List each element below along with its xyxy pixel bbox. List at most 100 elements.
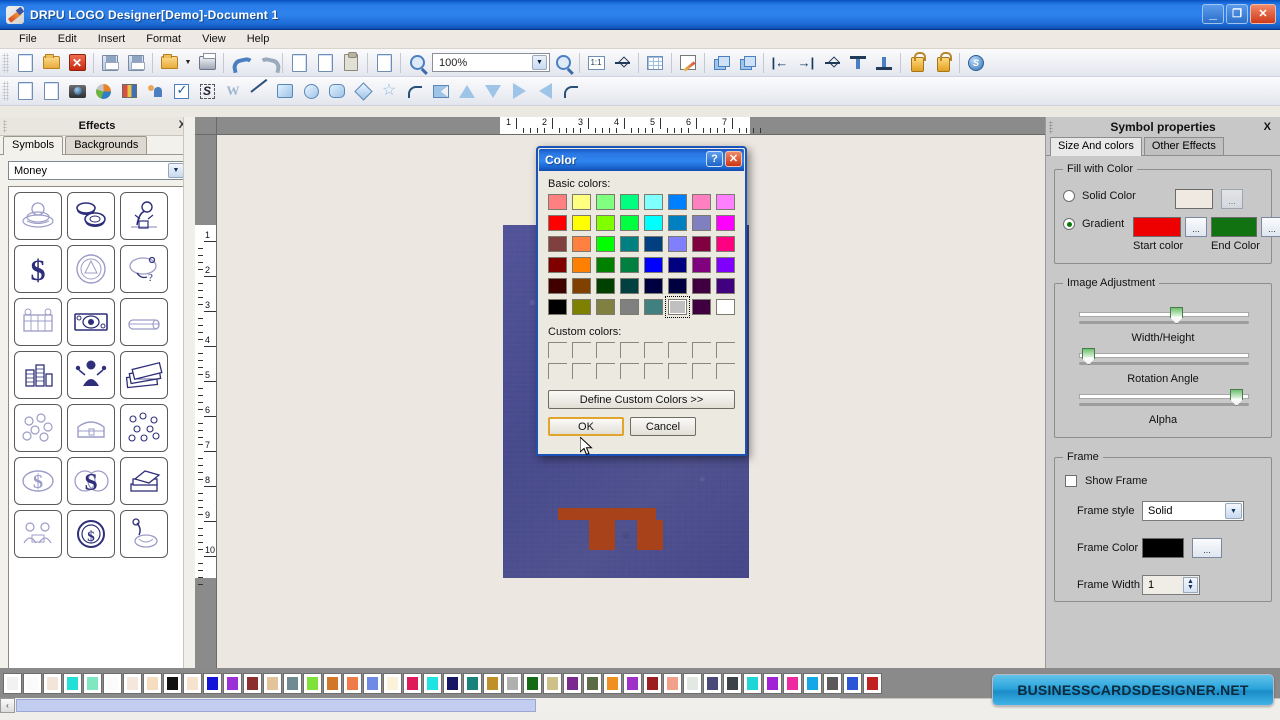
- basic-color-swatch[interactable]: [716, 257, 735, 273]
- basic-color-swatch[interactable]: [644, 257, 663, 273]
- basic-color-swatch[interactable]: [620, 299, 639, 315]
- tab-size-and-colors[interactable]: Size And colors: [1050, 137, 1142, 156]
- panel-grip[interactable]: [1049, 121, 1053, 134]
- palette-color-chip[interactable]: [144, 673, 161, 693]
- horizontal-scrollbar[interactable]: ‹: [0, 698, 840, 713]
- basic-color-swatch[interactable]: [692, 194, 711, 210]
- palette-color-chip[interactable]: [324, 673, 341, 693]
- symbol-seal-coin[interactable]: [67, 245, 115, 293]
- palette-color-chip[interactable]: [744, 673, 761, 693]
- frame-color-swatch[interactable]: [1142, 538, 1184, 558]
- bring-to-front-button[interactable]: [709, 51, 733, 75]
- symbol-fanned-bills[interactable]: [120, 351, 168, 399]
- basic-color-swatch[interactable]: [548, 257, 567, 273]
- custom-color-slot[interactable]: [572, 363, 591, 379]
- palette-color-chip[interactable]: [284, 673, 301, 693]
- toolbar-grip[interactable]: [2, 81, 9, 101]
- symbol-grid[interactable]: $ ? $ S $: [8, 186, 186, 686]
- basic-colors-grid[interactable]: [548, 194, 735, 318]
- palette-color-chip[interactable]: [484, 673, 501, 693]
- paste-button[interactable]: [339, 51, 363, 75]
- close-icon[interactable]: X: [1264, 121, 1271, 133]
- palette-color-chip[interactable]: [364, 673, 381, 693]
- palette-color-chip[interactable]: [344, 673, 361, 693]
- redo-button[interactable]: [254, 51, 278, 75]
- close-document-button[interactable]: ✕: [65, 51, 89, 75]
- basic-color-swatch[interactable]: [644, 236, 663, 252]
- add-image-button[interactable]: [39, 79, 63, 103]
- custom-colors-grid[interactable]: [548, 342, 735, 379]
- menu-help[interactable]: Help: [238, 31, 279, 47]
- custom-color-slot[interactable]: [548, 342, 567, 358]
- close-icon[interactable]: ✕: [725, 151, 742, 167]
- color-wheel-button[interactable]: [91, 79, 115, 103]
- menu-view[interactable]: View: [193, 31, 235, 47]
- triangle-right-tool-button[interactable]: [507, 79, 531, 103]
- watermark-tool-button[interactable]: W: [221, 79, 245, 103]
- basic-color-swatch[interactable]: [596, 257, 615, 273]
- gradient-end-browse-button[interactable]: ...: [1261, 217, 1280, 237]
- symbol-stacked-coins[interactable]: [67, 192, 115, 240]
- custom-color-slot[interactable]: [548, 363, 567, 379]
- palette-color-chip[interactable]: [624, 673, 641, 693]
- basic-color-swatch[interactable]: [668, 257, 687, 273]
- palette-color-chip[interactable]: [64, 673, 81, 693]
- design-tools-button[interactable]: [676, 51, 700, 75]
- menu-insert[interactable]: Insert: [89, 31, 135, 47]
- align-top-button[interactable]: [846, 51, 870, 75]
- basic-color-swatch[interactable]: [620, 194, 639, 210]
- custom-color-slot[interactable]: [716, 363, 735, 379]
- frame-color-browse-button[interactable]: ...: [1192, 538, 1222, 558]
- symbol-money-bag-tree[interactable]: [120, 192, 168, 240]
- basic-color-swatch[interactable]: [665, 296, 690, 318]
- ellipse-tool-button[interactable]: [299, 79, 323, 103]
- basic-color-swatch[interactable]: [644, 299, 663, 315]
- triangle-left-tool-button[interactable]: [533, 79, 557, 103]
- basic-color-swatch[interactable]: [548, 236, 567, 252]
- rectangle-tool-button[interactable]: [273, 79, 297, 103]
- palette-color-chip[interactable]: [604, 673, 621, 693]
- star-tool-button[interactable]: ☆: [377, 79, 401, 103]
- new-document-button[interactable]: [13, 51, 37, 75]
- tab-backgrounds[interactable]: Backgrounds: [65, 136, 148, 154]
- palette-color-chip[interactable]: [584, 673, 601, 693]
- symbol-category-select[interactable]: Money ▼: [8, 161, 186, 180]
- lock-button[interactable]: [905, 51, 929, 75]
- basic-color-swatch[interactable]: [692, 278, 711, 294]
- cancel-button[interactable]: Cancel: [630, 417, 696, 436]
- palette-color-chip[interactable]: [864, 673, 881, 693]
- send-to-back-button[interactable]: [735, 51, 759, 75]
- custom-color-slot[interactable]: [596, 342, 615, 358]
- palette-color-chip[interactable]: [304, 673, 321, 693]
- custom-color-slot[interactable]: [596, 363, 615, 379]
- save-button[interactable]: [98, 51, 122, 75]
- contacts-button[interactable]: [143, 79, 167, 103]
- palette-color-chip[interactable]: [384, 673, 401, 693]
- symbol-coins-confetti[interactable]: [120, 404, 168, 452]
- basic-color-swatch[interactable]: [596, 278, 615, 294]
- palette-color-chip[interactable]: [224, 673, 241, 693]
- palette-color-chip[interactable]: [804, 673, 821, 693]
- zoom-combo[interactable]: 100% ▼: [432, 53, 550, 72]
- symbol-cash-register[interactable]: [14, 298, 62, 346]
- palette-color-chip[interactable]: [124, 673, 141, 693]
- capture-button[interactable]: [65, 79, 89, 103]
- custom-color-slot[interactable]: [620, 342, 639, 358]
- palette-color-chip[interactable]: [184, 673, 201, 693]
- gradient-start-color-swatch[interactable]: [1133, 217, 1181, 237]
- basic-color-swatch[interactable]: [692, 257, 711, 273]
- align-left-button[interactable]: |←: [768, 51, 792, 75]
- width-height-slider[interactable]: [1079, 306, 1249, 324]
- basic-color-swatch[interactable]: [572, 215, 591, 231]
- palette-color-chip[interactable]: [464, 673, 481, 693]
- solid-color-radio[interactable]: [1063, 190, 1075, 202]
- symbol-dollar-coins[interactable]: S: [67, 457, 115, 505]
- symbol-engraved-coin[interactable]: $: [67, 510, 115, 558]
- palette-color-chip[interactable]: [644, 673, 661, 693]
- custom-color-slot[interactable]: [644, 342, 663, 358]
- rotation-angle-slider[interactable]: [1079, 347, 1249, 365]
- cut-button[interactable]: [287, 51, 311, 75]
- gradient-start-browse-button[interactable]: ...: [1185, 217, 1207, 237]
- basic-color-swatch[interactable]: [548, 299, 567, 315]
- open-file-button[interactable]: [39, 51, 63, 75]
